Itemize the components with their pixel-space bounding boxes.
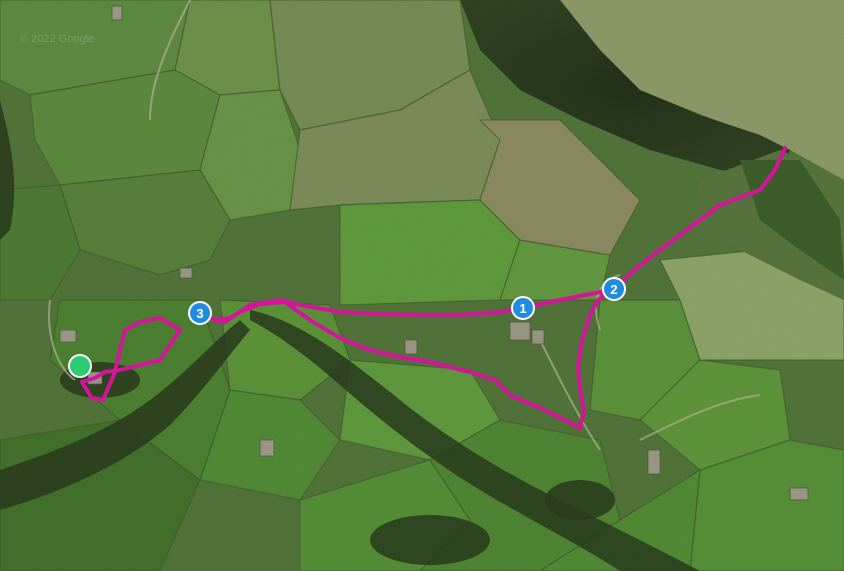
- terrain-texture: [0, 0, 844, 571]
- waypoint-3-label: 3: [196, 306, 203, 321]
- start-dot: [70, 356, 90, 376]
- map-watermark: © 2022 Google: [20, 33, 94, 45]
- waypoint-1-marker[interactable]: 1: [511, 296, 535, 320]
- waypoint-1-label: 1: [519, 301, 526, 316]
- waypoint-3-marker[interactable]: 3: [188, 301, 212, 325]
- waypoint-2-label: 2: [610, 282, 617, 297]
- waypoint-2-marker[interactable]: 2: [602, 277, 626, 301]
- map-view[interactable]: 1 2 3 © 2022 Google: [0, 0, 844, 571]
- start-marker[interactable]: [68, 354, 92, 378]
- satellite-map: 1 2 3 © 2022 Google: [0, 0, 844, 571]
